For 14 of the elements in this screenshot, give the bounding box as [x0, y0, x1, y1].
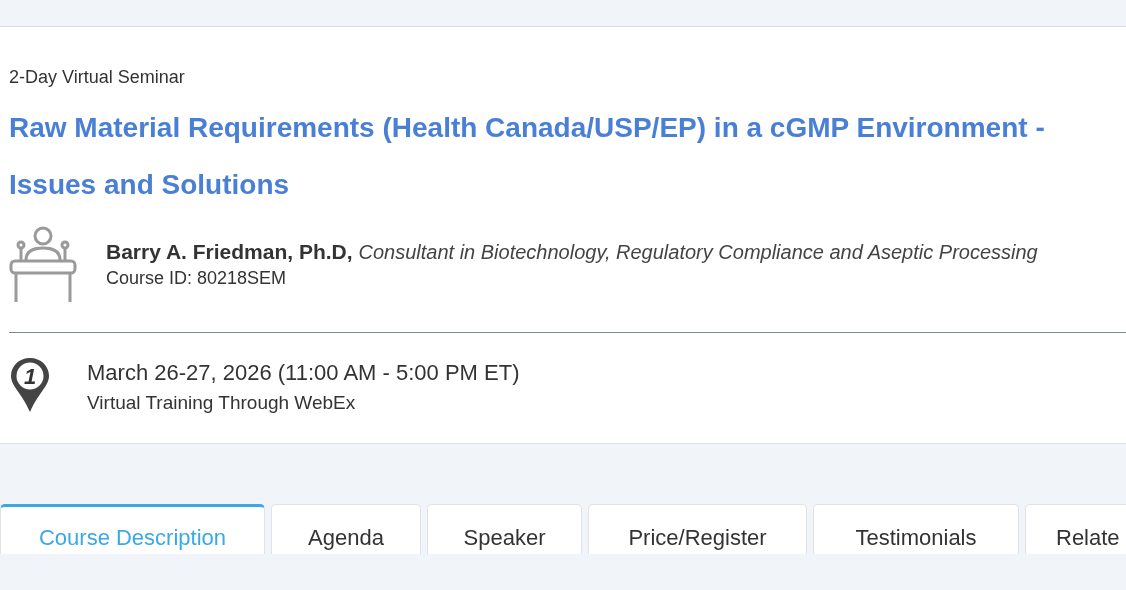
tab[interactable]: Agenda	[271, 504, 421, 554]
tab[interactable]: Testimonials	[813, 504, 1019, 554]
speaker-name: Barry A. Friedman, Ph.D, Consultant in Biotechnology, Regulatory Compliance and Aseptic Processing	[106, 240, 1038, 264]
tab[interactable]: Speaker	[427, 504, 582, 554]
pin-number: 1	[23, 364, 37, 389]
session-location: Virtual Training Through WebEx	[87, 392, 357, 414]
tab[interactable]: Relate	[1025, 504, 1126, 554]
session-date: March 26-27, 2026 (11:00 AM - 5:00 PM ET)	[87, 360, 520, 386]
tab[interactable]: Price/Register	[588, 504, 807, 554]
course-title: Issues and Solutions	[9, 168, 291, 202]
course-format: 2-Day Virtual Seminar	[9, 67, 186, 89]
course-title: Raw Material Requirements (Health Canada/USP/EP) in a cGMP Environment -	[9, 111, 1046, 145]
course-id: Course ID: 80218SEM	[106, 268, 288, 289]
speaker-podium-icon	[9, 226, 79, 302]
